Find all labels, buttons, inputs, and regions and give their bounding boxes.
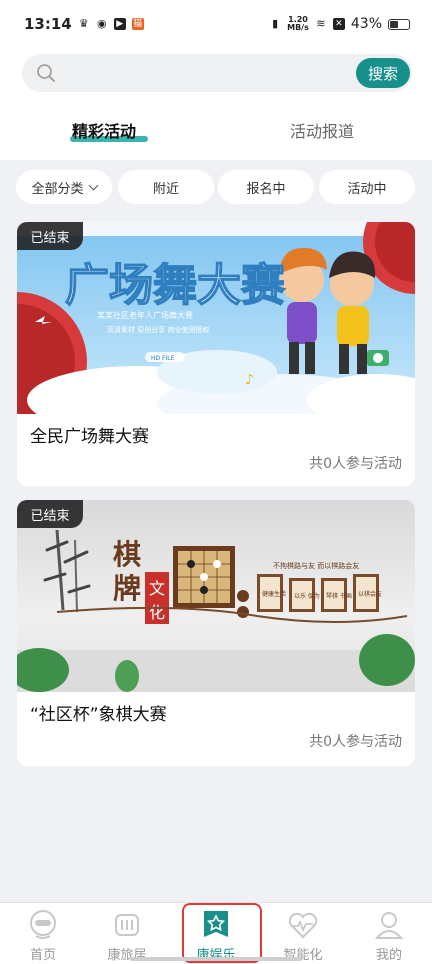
status-right: ▮ 1.20 MB/s ≋ ✕ 43%	[269, 16, 410, 32]
activity-title: 全民广场舞大赛	[30, 427, 149, 447]
svg-text:以乐 促为: 以乐 促为	[294, 592, 320, 600]
crown-icon: ♛	[78, 17, 89, 30]
activity-banner-dance: ♪ 广场舞大赛 某某社区老年人广场舞大赛 高清素材 原创分享 商业使用授权 HD…	[17, 222, 415, 414]
travel-bus-icon	[115, 914, 139, 936]
search-button[interactable]: 搜索	[356, 58, 410, 88]
banner-slogan: 不拘棋路与友 而以棋路会友	[273, 561, 359, 570]
banner-char-pai: 牌	[113, 572, 141, 605]
active-tab-highlight	[182, 903, 262, 963]
banner-headline: 广场舞大赛	[65, 260, 286, 311]
nav-home[interactable]: 首页	[8, 903, 78, 964]
status-time: 13:14	[24, 15, 72, 33]
vibrate-icon: ▮	[272, 17, 279, 30]
app-badge-icon: 猫	[131, 18, 144, 30]
tab-highlight-activities[interactable]: 精彩活动	[72, 118, 136, 142]
search-icon	[37, 64, 55, 82]
filter-nearby[interactable]: 附近	[118, 170, 214, 204]
banner-subline: 某某社区老年人广场舞大赛	[97, 310, 193, 320]
heart-pulse-icon	[288, 912, 318, 939]
home-robot-icon	[30, 910, 56, 939]
tab-activity-reports[interactable]: 活动报道	[290, 118, 354, 142]
banner-seal-hua: 化	[149, 603, 165, 622]
status-left: 13:14 ♛ ◉ ▶ 猫	[24, 15, 144, 33]
filter-in-progress[interactable]: 活动中	[319, 170, 415, 204]
banner-char-qi: 棋	[113, 538, 141, 571]
svg-text:♪: ♪	[245, 372, 254, 388]
user-icon	[374, 912, 404, 939]
svg-text:健康生活: 健康生活	[262, 590, 286, 598]
banner-hd: HD FILE	[151, 355, 175, 362]
battery-percent: 43%	[350, 16, 382, 32]
svg-text:琴棋 书画: 琴棋 书画	[326, 592, 352, 600]
home-indicator	[130, 957, 302, 961]
activity-participants: 共0人参与活动	[309, 456, 402, 472]
search-input[interactable]	[66, 58, 346, 88]
chevron-down-icon	[88, 180, 98, 190]
activity-card[interactable]: 棋 牌 文 化 不拘棋路与友 而以棋路会友 健康生活 以乐 促为 琴棋 书画 以…	[17, 500, 415, 766]
header: 搜索 精彩活动 活动报道	[0, 48, 432, 160]
net-speed: 1.20 MB/s	[287, 15, 309, 32]
activity-title: “社区杯”象棋大赛	[30, 705, 167, 725]
activity-participants: 共0人参与活动	[309, 734, 402, 750]
video-app-icon: ▶	[113, 18, 126, 30]
search-bar[interactable]: 搜索	[22, 54, 412, 92]
app-swirl-icon: ◉	[96, 17, 107, 30]
wifi-icon: ≋	[316, 17, 326, 30]
nav-profile[interactable]: 我的	[354, 903, 424, 964]
nav-smart[interactable]: 智能化	[268, 903, 338, 964]
filter-all-categories[interactable]: 全部分类	[16, 170, 112, 204]
nav-profile-label: 我的	[375, 948, 402, 963]
activity-card[interactable]: ♪ 广场舞大赛 某某社区老年人广场舞大赛 高清素材 原创分享 商业使用授权 HD…	[17, 222, 415, 486]
banner-seal-wen: 文	[149, 579, 165, 598]
svg-text:以棋会友: 以棋会友	[358, 590, 382, 598]
nav-travel[interactable]: 康旅居	[92, 903, 162, 964]
filter-registering[interactable]: 报名中	[218, 170, 314, 204]
battery-icon	[388, 18, 410, 30]
banner-tags: 高清素材 原创分享 商业使用授权	[107, 325, 209, 334]
sim-off-icon: ✕	[332, 18, 345, 30]
activity-banner-chess: 棋 牌 文 化 不拘棋路与友 而以棋路会友 健康生活 以乐 促为 琴棋 书画 以…	[17, 500, 415, 692]
nav-home-label: 首页	[29, 948, 56, 963]
status-badge: 已结束	[17, 500, 83, 528]
filter-bar: 全部分类 附近 报名中 活动中	[0, 170, 432, 204]
status-badge: 已结束	[17, 222, 83, 250]
status-bar: 13:14 ♛ ◉ ▶ 猫 ▮ 1.20 MB/s ≋ ✕ 43%	[0, 0, 432, 48]
